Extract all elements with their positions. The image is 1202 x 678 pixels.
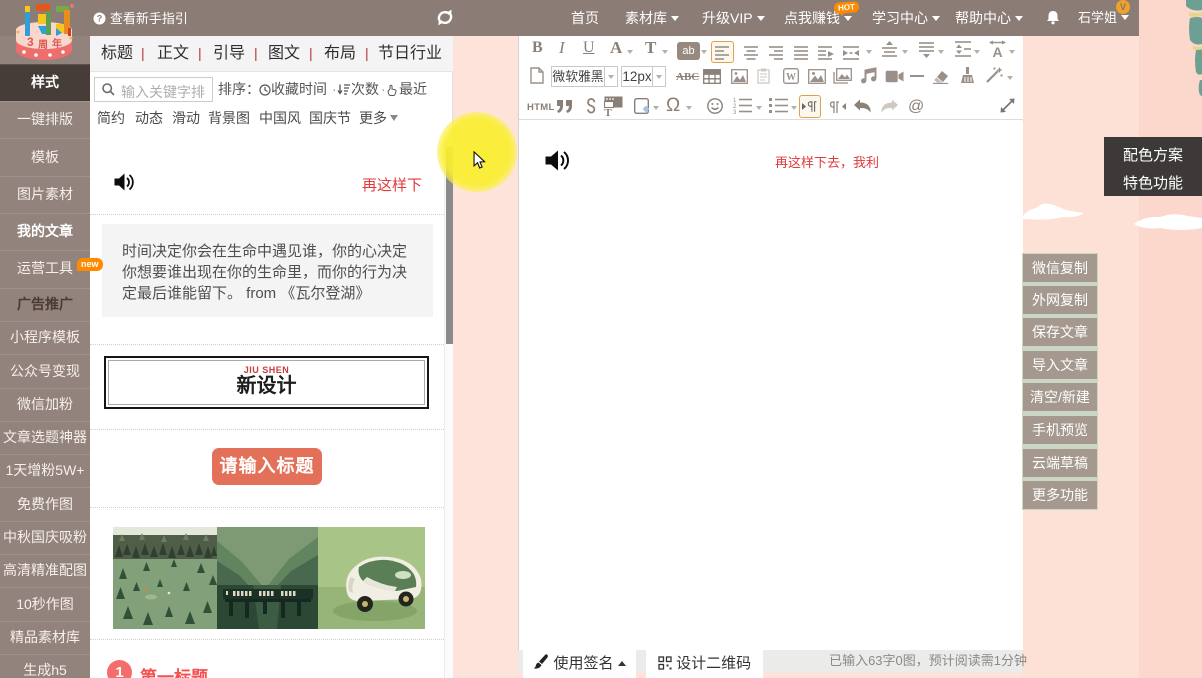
svg-text:?: ? (97, 14, 103, 24)
svg-text:3: 3 (27, 35, 34, 49)
svg-text:W: W (786, 72, 796, 83)
svg-text:年: 年 (52, 37, 62, 50)
svg-text:3: 3 (733, 110, 737, 114)
svg-text:周: 周 (38, 39, 48, 51)
svg-text:A: A (992, 44, 1002, 59)
svg-text:T: T (604, 107, 612, 116)
